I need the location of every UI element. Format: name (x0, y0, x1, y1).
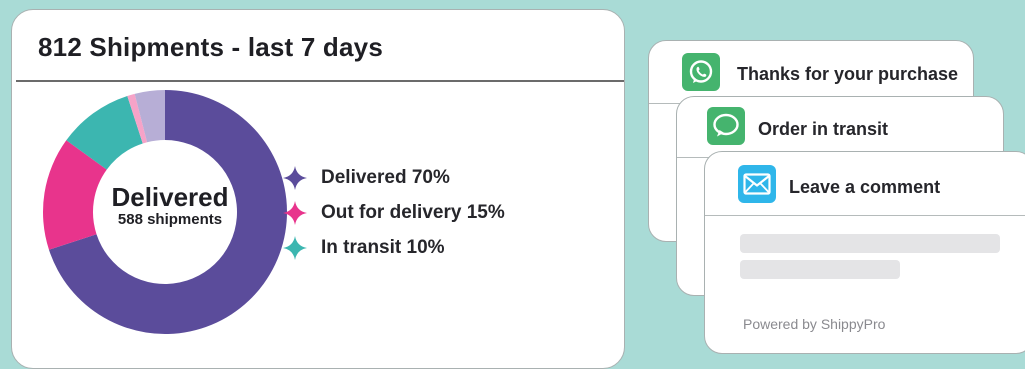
notification-text: Thanks for your purchase (737, 64, 959, 84)
chat-bubble-icon (707, 107, 745, 145)
notification-header: Thanks for your purchase (649, 41, 973, 104)
divider (16, 80, 624, 82)
sparkle-icon (283, 235, 307, 260)
legend-label: Out for delivery 15% (321, 201, 505, 223)
notification-header: Order in transit (677, 97, 1003, 158)
notification-header: Leave a comment (705, 152, 1025, 216)
skeleton-line (740, 234, 1000, 253)
powered-by-text: Powered by ShippyPro (743, 316, 886, 332)
chart-legend: Delivered 70% Out for delivery 15% In tr… (283, 160, 505, 265)
donut-center-subtitle: 588 shipments (117, 211, 223, 228)
skeleton-line (740, 260, 900, 279)
page-title: 812 Shipments - last 7 days (38, 32, 383, 62)
notification-text: Leave a comment (789, 177, 941, 197)
sparkle-icon (283, 200, 307, 225)
donut-center-title: Delivered (111, 182, 229, 212)
legend-item-in-transit: In transit 10% (283, 230, 505, 265)
legend-item-out-for-delivery: Out for delivery 15% (283, 195, 505, 230)
sparkle-icon (283, 165, 307, 190)
envelope-icon (738, 165, 776, 203)
legend-label: In transit 10% (321, 236, 445, 258)
legend-item-delivered: Delivered 70% (283, 160, 505, 195)
donut-center-label: Delivered 588 shipments (96, 183, 244, 229)
legend-label: Delivered 70% (321, 166, 450, 188)
notification-text: Order in transit (758, 119, 889, 139)
email-notification-card[interactable]: Leave a comment Powered by ShippyPro (704, 151, 1025, 354)
whatsapp-icon (682, 53, 720, 91)
